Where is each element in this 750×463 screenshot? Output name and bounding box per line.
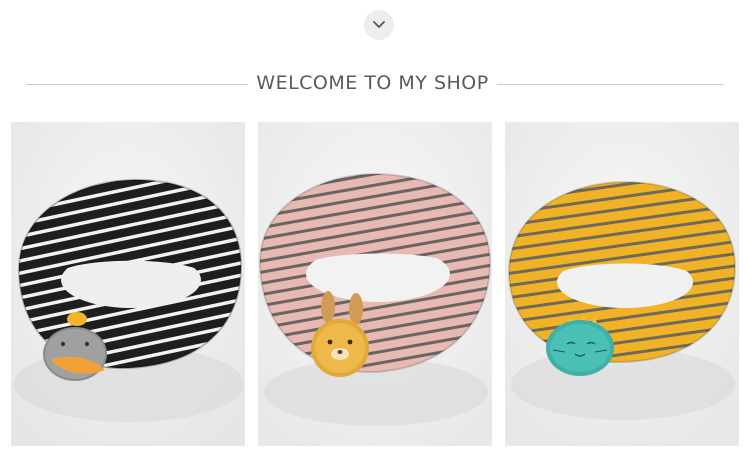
- shop-banner-section: WELCOME TO MY SHOP: [0, 0, 750, 463]
- divider-right: [497, 84, 724, 85]
- scarf-photo: [505, 122, 739, 446]
- product-image-black-scarf[interactable]: [11, 122, 245, 446]
- product-image-pink-scarf[interactable]: [258, 122, 492, 446]
- scarf-photo: [11, 122, 245, 446]
- shop-heading-row: WELCOME TO MY SHOP: [0, 68, 750, 98]
- product-image-yellow-scarf[interactable]: [505, 122, 739, 446]
- chevron-down-icon: [373, 21, 385, 28]
- divider-left: [26, 84, 248, 85]
- scarf-photo: [258, 122, 492, 446]
- scroll-down-button[interactable]: [364, 10, 394, 40]
- page-title: WELCOME TO MY SHOP: [256, 72, 489, 94]
